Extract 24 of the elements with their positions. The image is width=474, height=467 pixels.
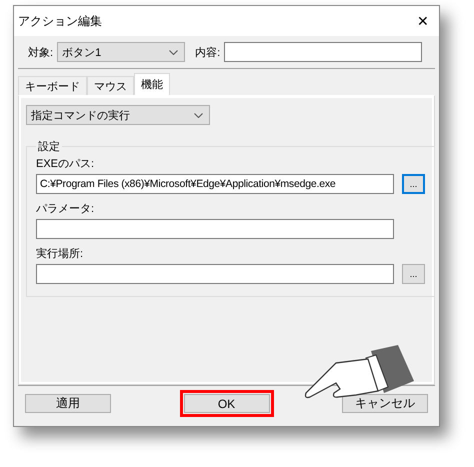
dialog-button[interactable]: OK — [184, 394, 270, 413]
input-field[interactable] — [36, 219, 394, 239]
field-label: EXEのパス: — [36, 157, 96, 171]
dialog-button[interactable]: キャンセル — [342, 394, 428, 413]
input-field[interactable]: C:¥Program Files (x86)¥Microsoft¥Edge¥Application¥msedge.exe — [36, 174, 394, 194]
target-dropdown[interactable]: ボタン1 — [57, 42, 186, 62]
chevron-down-icon — [194, 112, 203, 118]
browse-button[interactable]: ... — [402, 174, 425, 194]
content-field[interactable] — [224, 42, 422, 62]
tab[interactable]: キーボード — [18, 76, 87, 95]
function-dropdown[interactable]: 指定コマンドの実行 — [26, 105, 210, 125]
content-label: 内容: — [195, 46, 220, 60]
close-button[interactable]: ✕ — [417, 13, 429, 29]
window-title: アクション編集 — [18, 12, 102, 30]
input-field[interactable] — [36, 264, 394, 284]
field-label: 実行場所: — [36, 246, 84, 261]
chevron-down-icon — [169, 50, 178, 54]
target-label: 対象: — [28, 46, 54, 60]
browse-button[interactable]: ... — [402, 264, 425, 284]
field-label: パラメータ: — [36, 202, 96, 216]
dialog-button[interactable]: 適用 — [25, 394, 111, 413]
group-title: 設定 — [37, 140, 61, 154]
tab[interactable]: マウス — [87, 76, 134, 95]
tab[interactable]: 機能 — [134, 73, 170, 95]
